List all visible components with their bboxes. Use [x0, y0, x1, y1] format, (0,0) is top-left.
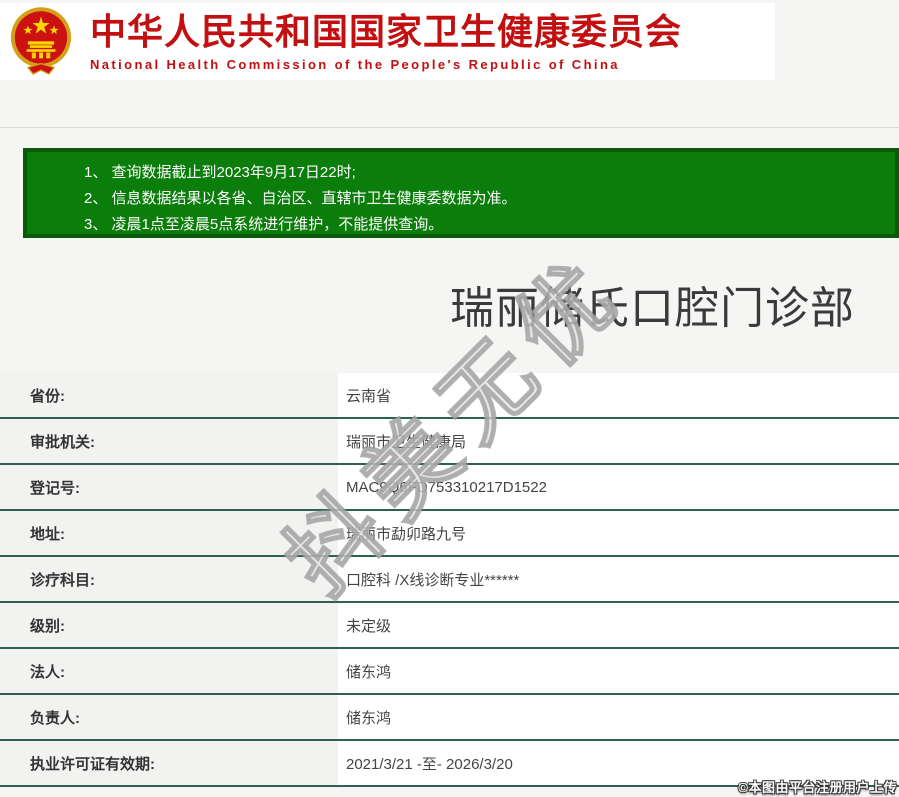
- notice-line-1: 1、 查询数据截止到2023年9月17日22时;: [84, 160, 885, 186]
- notice-line-3: 3、 凌晨1点至凌晨5点系统进行维护，不能提供查询。: [84, 212, 885, 238]
- row-label: 负责人:: [0, 695, 338, 739]
- table-row-address: 地址: 瑞丽市勐卯路九号: [0, 511, 899, 557]
- table-row-treatment-subjects: 诊疗科目: 口腔科 /X线诊断专业******: [0, 557, 899, 603]
- header-titles: 中华人民共和国国家卫生健康委员会 National Health Commiss…: [90, 11, 682, 72]
- row-value: MAC9Q6FD753310217D1522: [338, 465, 899, 509]
- row-value: 未定级: [338, 603, 899, 647]
- row-label: 省份:: [0, 373, 338, 417]
- table-row-level: 级别: 未定级: [0, 603, 899, 649]
- table-row-registration-number: 登记号: MAC9Q6FD753310217D1522: [0, 465, 899, 511]
- row-value: 瑞丽市卫生健康局: [338, 419, 899, 463]
- row-label: 地址:: [0, 511, 338, 555]
- uploaded-by-user-badge: ©本图由平台注册用户上传: [738, 777, 897, 796]
- row-value: 储东鸿: [338, 695, 899, 739]
- row-value: 云南省: [338, 373, 899, 417]
- site-title-chinese: 中华人民共和国国家卫生健康委员会: [90, 11, 682, 52]
- notice-line-2: 2、 信息数据结果以各省、自治区、直辖市卫生健康委数据为准。: [84, 186, 885, 212]
- row-value: 口腔科 /X线诊断专业******: [338, 557, 899, 601]
- table-row-approval-authority: 审批机关: 瑞丽市卫生健康局: [0, 419, 899, 465]
- site-title-english: National Health Commission of the People…: [90, 57, 682, 72]
- query-notice-box: 1、 查询数据截止到2023年9月17日22时; 2、 信息数据结果以各省、自治…: [23, 148, 899, 238]
- row-label: 登记号:: [0, 465, 338, 509]
- row-label: 级别:: [0, 603, 338, 647]
- table-row-legal-person: 法人: 储东鸿: [0, 649, 899, 695]
- row-label: 执业许可证有效期:: [0, 741, 338, 785]
- institution-details-table: 省份: 云南省 审批机关: 瑞丽市卫生健康局 登记号: MAC9Q6FD7533…: [0, 373, 899, 787]
- table-row-province: 省份: 云南省: [0, 373, 899, 419]
- national-emblem-icon: [8, 6, 74, 78]
- table-row-person-in-charge: 负责人: 储东鸿: [0, 695, 899, 741]
- institution-name-title: 瑞丽储氏口腔门诊部: [450, 272, 855, 336]
- row-value: 瑞丽市勐卯路九号: [338, 511, 899, 555]
- row-label: 诊疗科目:: [0, 557, 338, 601]
- row-label: 审批机关:: [0, 419, 338, 463]
- row-label: 法人:: [0, 649, 338, 693]
- site-header: 中华人民共和国国家卫生健康委员会 National Health Commiss…: [0, 3, 775, 80]
- header-divider: [0, 127, 899, 128]
- row-value: 储东鸿: [338, 649, 899, 693]
